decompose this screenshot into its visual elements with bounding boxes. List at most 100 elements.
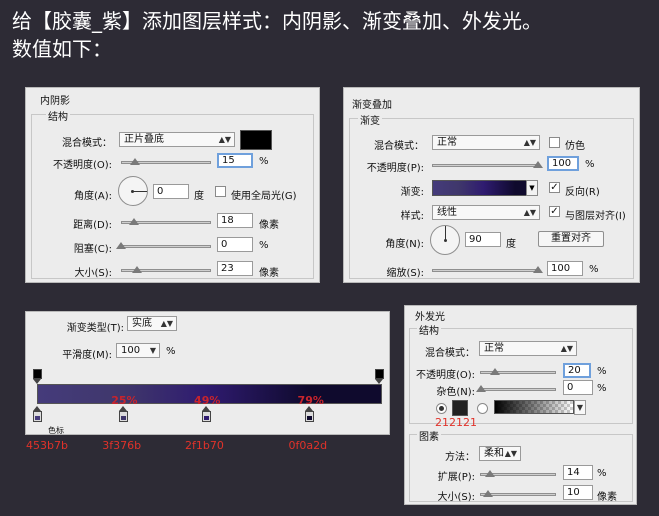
select-arrows-icon: ▲▼: [560, 344, 573, 353]
outer-glow-color-swatch[interactable]: [452, 400, 468, 416]
inner-shadow-opacity-unit: %: [259, 156, 269, 167]
inner-shadow-opacity-thumb[interactable]: [129, 158, 140, 165]
outer-glow-noise-thumb[interactable]: [476, 385, 486, 392]
gradient-overlay-opacity-label: 不透明度(P):: [366, 163, 424, 174]
outer-glow-technique-value: 柔和: [484, 448, 504, 459]
gradient-overlay-blend-select[interactable]: 正常 ▲▼: [432, 135, 540, 150]
inner-shadow-size-unit: 像素: [259, 268, 279, 279]
chevron-down-icon: ▼: [149, 346, 156, 355]
gradient-color-stop[interactable]: [305, 406, 315, 422]
inner-shadow-choke-thumb[interactable]: [116, 242, 126, 249]
outer-glow-noise-input[interactable]: 0: [563, 380, 593, 395]
inner-shadow-color-swatch[interactable]: [240, 130, 272, 150]
outer-glow-size-input[interactable]: 10: [563, 485, 593, 500]
opacity-stop-right[interactable]: [375, 369, 384, 384]
inner-shadow-distance-thumb[interactable]: [129, 218, 139, 225]
select-arrows-icon: ▲▼: [218, 135, 231, 144]
outer-glow-noise-slider[interactable]: [480, 388, 556, 391]
gradient-smoothness-value: 100: [121, 345, 141, 356]
outer-glow-size-thumb[interactable]: [483, 490, 493, 497]
inner-shadow-global-light-checkbox[interactable]: [215, 186, 226, 197]
outer-glow-opacity-label: 不透明度(O):: [415, 370, 475, 381]
gradient-overlay-style-select[interactable]: 线性 ▲▼: [432, 205, 540, 220]
gradient-type-select[interactable]: 实底 ▲▼: [127, 316, 177, 331]
gradient-stop-hex-label: 0f0a2d: [288, 439, 328, 452]
opacity-stop-left[interactable]: [33, 369, 42, 384]
gradient-overlay-gradient-preview[interactable]: ▼: [432, 180, 538, 196]
gradient-overlay-panel: 渐变叠加 渐变 混合模式： 正常 ▲▼ 仿色 不透明度(P): 100 % 渐变…: [343, 87, 640, 283]
gradient-overlay-reset-align-button[interactable]: 重置对齐: [538, 231, 604, 247]
inner-shadow-choke-slider[interactable]: [121, 245, 211, 248]
gradient-color-stop[interactable]: [32, 406, 42, 422]
outer-glow-size-label: 大小(S):: [437, 492, 475, 503]
gradient-overlay-dither-checkbox[interactable]: [549, 137, 560, 148]
outer-glow-blend-select[interactable]: 正常 ▲▼: [479, 341, 577, 356]
outer-glow-panel: 外发光 结构 混合模式： 正常 ▲▼ 不透明度(O): 20 % 杂色(N): …: [404, 305, 637, 505]
gradient-stop-hex-label: 453b7b: [26, 439, 68, 452]
gradient-type-label: 渐变类型(T):: [66, 323, 124, 334]
inner-shadow-opacity-input[interactable]: 15: [217, 153, 253, 168]
gradient-overlay-dither-label: 仿色: [565, 141, 585, 152]
gradient-overlay-scale-slider[interactable]: [432, 269, 538, 272]
inner-shadow-blend-value: 正片叠底: [124, 134, 164, 145]
gradient-smoothness-label: 平滑度(M):: [62, 350, 112, 361]
gradient-smoothness-select[interactable]: 100 ▼: [116, 343, 160, 358]
gradient-overlay-scale-input[interactable]: 100: [547, 261, 583, 276]
gradient-overlay-scale-thumb[interactable]: [533, 266, 543, 273]
gradient-overlay-blend-label: 混合模式：: [374, 141, 424, 152]
outer-glow-technique-select[interactable]: 柔和 ▲▼: [479, 446, 521, 461]
gradient-stop-location-label: 79%: [297, 394, 324, 407]
inner-shadow-size-thumb[interactable]: [132, 266, 142, 273]
gradient-stop-location-label: 25%: [111, 394, 138, 407]
gradient-overlay-angle-dial[interactable]: [430, 225, 460, 255]
inner-shadow-size-input[interactable]: 23: [217, 261, 253, 276]
outer-glow-opacity-thumb[interactable]: [490, 368, 501, 375]
gradient-overlay-align-checkbox[interactable]: ✓: [549, 206, 560, 217]
gradient-overlay-opacity-input[interactable]: 100: [547, 156, 579, 171]
gradient-stop-hex-label: 2f1b70: [185, 439, 224, 452]
outer-glow-blend-label: 混合模式：: [425, 348, 475, 359]
outer-glow-opacity-unit: %: [597, 366, 607, 377]
outer-glow-spread-thumb[interactable]: [485, 470, 495, 477]
gradient-overlay-title: 渐变叠加: [352, 100, 392, 111]
gradient-overlay-reverse-checkbox[interactable]: ✓: [549, 182, 560, 193]
gradient-dropdown-icon[interactable]: ▼: [526, 180, 538, 196]
outer-glow-spread-input[interactable]: 14: [563, 465, 593, 480]
heading-line-2: 数值如下：: [12, 37, 112, 61]
gradient-overlay-angle-unit: 度: [506, 239, 516, 250]
gradient-stop-location-label: 49%: [194, 394, 221, 407]
inner-shadow-panel: 内阴影 结构 混合模式： 正片叠底 ▲▼ 不透明度(O): 15 % 角度(A)…: [25, 87, 320, 283]
inner-shadow-choke-input[interactable]: 0: [217, 237, 253, 252]
gradient-overlay-angle-input[interactable]: 90: [465, 232, 501, 247]
inner-shadow-choke-unit: %: [259, 240, 269, 251]
inner-shadow-angle-dial[interactable]: [118, 176, 148, 206]
outer-glow-gradient-dropdown[interactable]: ▼: [574, 400, 586, 415]
inner-shadow-blend-label: 混合模式：: [62, 138, 112, 149]
inner-shadow-blend-select[interactable]: 正片叠底 ▲▼: [119, 132, 235, 147]
select-arrows-icon: ▲▼: [523, 208, 536, 217]
outer-glow-gradient-preview[interactable]: [494, 400, 574, 414]
gradient-overlay-gradient-title: 渐变: [358, 112, 382, 127]
gradient-editor-panel: 渐变类型(T): 实底 ▲▼ 平滑度(M): 100 ▼ % 色标 25% 49%…: [25, 311, 390, 435]
gradient-overlay-opacity-thumb[interactable]: [533, 161, 543, 168]
gradient-color-stop[interactable]: [201, 406, 211, 422]
gradient-overlay-opacity-slider[interactable]: [432, 164, 538, 167]
inner-shadow-angle-label: 角度(A):: [73, 191, 112, 202]
inner-shadow-distance-input[interactable]: 18: [217, 213, 253, 228]
gradient-overlay-style-value: 线性: [437, 207, 457, 218]
inner-shadow-title: 内阴影: [40, 96, 70, 107]
outer-glow-noise-label: 杂色(N):: [436, 387, 475, 398]
gradient-overlay-style-label: 样式:: [400, 211, 424, 222]
gradient-color-stop[interactable]: [118, 406, 128, 422]
outer-glow-spread-unit: %: [597, 468, 607, 479]
outer-glow-title: 外发光: [415, 312, 445, 323]
outer-glow-color-radio[interactable]: [436, 403, 447, 414]
inner-shadow-angle-input[interactable]: 0: [153, 184, 189, 199]
select-arrows-icon: ▲▼: [160, 319, 173, 328]
gradient-overlay-scale-label: 缩放(S):: [386, 268, 424, 279]
select-arrows-icon: ▲▼: [523, 138, 536, 147]
outer-glow-opacity-input[interactable]: 20: [563, 363, 591, 378]
inner-shadow-choke-label: 阻塞(C):: [73, 244, 112, 255]
inner-shadow-angle-unit: 度: [194, 191, 204, 202]
outer-glow-gradient-radio[interactable]: [477, 403, 488, 414]
